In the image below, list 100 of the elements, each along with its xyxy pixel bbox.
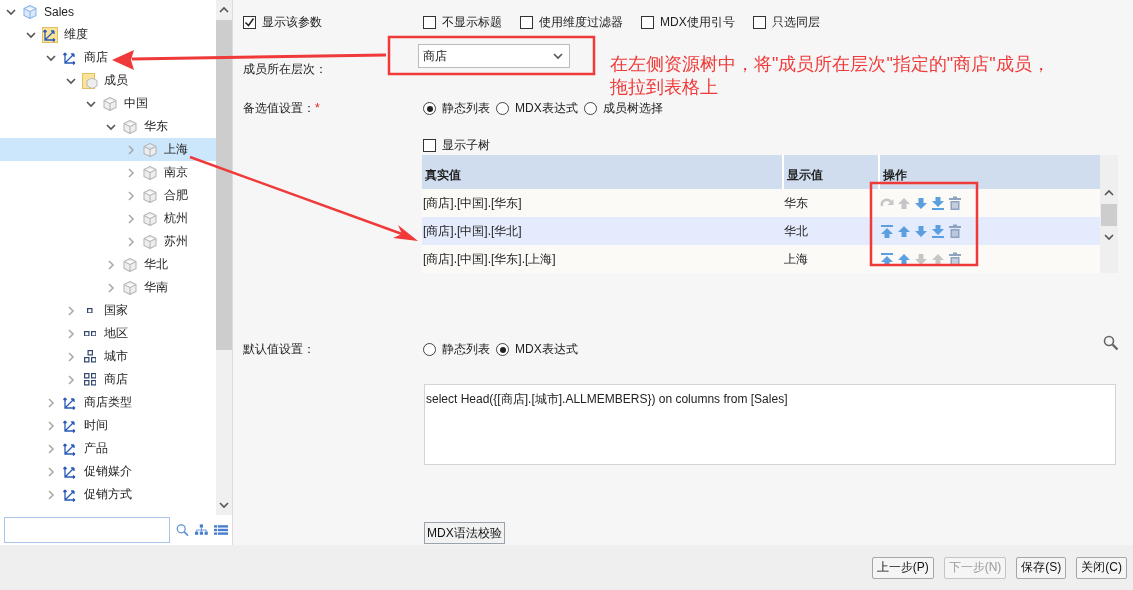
scrollbar-thumb[interactable] xyxy=(216,20,232,350)
chevron-icon[interactable] xyxy=(26,29,36,40)
checkbox-label[interactable]: 不显示标题 xyxy=(442,13,502,31)
radio-button[interactable] xyxy=(496,343,509,356)
scroll-down-icon[interactable] xyxy=(219,500,229,510)
move-bottom-icon[interactable] xyxy=(931,195,945,211)
tree-item[interactable]: 成员 xyxy=(0,69,216,92)
table-row[interactable]: [商店].[中国].[华东] 华东 xyxy=(422,189,1100,217)
column-header[interactable]: 操作 xyxy=(879,155,1100,189)
checkbox[interactable] xyxy=(243,15,256,29)
move-top-icon[interactable] xyxy=(880,251,894,267)
down-arrow-icon[interactable] xyxy=(914,195,928,211)
scrollbar[interactable] xyxy=(1100,155,1118,273)
chevron-icon[interactable] xyxy=(6,6,16,17)
checkbox[interactable] xyxy=(423,15,436,29)
folder-icon xyxy=(42,26,58,43)
level-dropdown[interactable]: 商店 xyxy=(418,44,570,68)
scrollbar-thumb[interactable] xyxy=(1101,204,1117,226)
down-arrow-icon[interactable] xyxy=(914,223,928,239)
scroll-up-icon[interactable] xyxy=(1104,188,1114,198)
column-header[interactable]: 真实值 xyxy=(422,155,783,189)
checkbox[interactable] xyxy=(752,15,766,29)
scrollbar[interactable] xyxy=(216,0,232,515)
tree-item[interactable]: 产品 xyxy=(0,437,216,460)
tree-item[interactable]: 合肥 xyxy=(0,184,216,207)
tree-item[interactable]: 杭州 xyxy=(0,207,216,230)
tree-item[interactable]: 时间 xyxy=(0,414,216,437)
table-cell: 上海 xyxy=(783,245,879,273)
tree-item[interactable]: 促销方式 xyxy=(0,483,216,506)
tree-item[interactable]: Sales xyxy=(0,0,216,23)
tree-item[interactable]: 中国 xyxy=(0,92,216,115)
scroll-up-icon[interactable] xyxy=(219,5,229,15)
radio-button[interactable] xyxy=(496,102,509,115)
table-row[interactable]: [商店].[中国].[华北] 华北 xyxy=(422,217,1100,245)
cube-icon xyxy=(142,164,158,181)
tree-item[interactable]: 华南 xyxy=(0,276,216,299)
tree-item[interactable]: 商店 xyxy=(0,368,216,391)
table-row[interactable]: [商店].[中国].[华东].[上海] 上海 xyxy=(422,245,1100,273)
scroll-down-icon[interactable] xyxy=(1104,232,1114,242)
column-header[interactable]: 显示值 xyxy=(783,155,879,189)
checkbox[interactable] xyxy=(641,15,654,29)
footer-button[interactable]: 保存(S) xyxy=(1016,556,1067,579)
tree-item[interactable]: 苏州 xyxy=(0,230,216,253)
radio-label[interactable]: 成员树选择 xyxy=(602,100,663,117)
chevron-icon[interactable] xyxy=(46,52,56,63)
move-bottom-icon[interactable] xyxy=(931,223,945,239)
search-field[interactable] xyxy=(4,517,170,543)
table-cell: [商店].[中国].[华东].[上海] xyxy=(422,245,783,273)
up-arrow-icon[interactable] xyxy=(897,251,911,267)
up-arrow-icon[interactable] xyxy=(897,223,911,239)
chevron-icon[interactable] xyxy=(66,75,76,86)
radio-label[interactable]: MDX表达式 xyxy=(515,341,578,358)
required-mark: * xyxy=(315,101,320,115)
tree-item[interactable]: 商店类型 xyxy=(0,391,216,414)
tree-item[interactable]: 维度 xyxy=(0,23,216,46)
chevron-icon[interactable] xyxy=(106,121,116,132)
radio-button[interactable] xyxy=(423,102,436,115)
checkbox-label[interactable]: MDX使用引号 xyxy=(660,13,735,31)
checkbox-label[interactable]: 显示子树 xyxy=(442,137,490,154)
annotation-text: 在左侧资源树中，将"成员所在层次"指定的"商店"成员， 拖拉到表格上 xyxy=(610,53,1050,99)
radio-label[interactable]: 静态列表 xyxy=(442,341,490,358)
radio-label[interactable]: 静态列表 xyxy=(442,100,490,117)
list-view-icon[interactable] xyxy=(213,524,228,536)
tree-item[interactable]: 商店 xyxy=(0,46,216,69)
trash-icon[interactable] xyxy=(948,251,962,267)
checkbox-label[interactable]: 使用维度过滤器 xyxy=(539,13,623,31)
footer-button[interactable]: 关闭(C) xyxy=(1076,556,1127,579)
cube-icon xyxy=(122,279,138,296)
tree-item[interactable]: 上海 xyxy=(0,138,216,161)
checkbox-label[interactable]: 只选同层 xyxy=(771,13,820,31)
level-icon xyxy=(83,350,97,363)
trash-icon[interactable] xyxy=(948,223,962,239)
tree-item[interactable]: 华北 xyxy=(0,253,216,276)
move-top-icon[interactable] xyxy=(880,223,894,239)
footer-button[interactable]: 上一步(P) xyxy=(871,556,934,579)
tree-item[interactable]: 华东 xyxy=(0,115,216,138)
radio-button[interactable] xyxy=(583,102,597,115)
tree-item[interactable]: 城市 xyxy=(0,345,216,368)
tree-item[interactable]: 促销媒介 xyxy=(0,460,216,483)
radio-label[interactable]: MDX表达式 xyxy=(515,100,578,117)
field-label: 默认值设置： xyxy=(243,341,316,358)
cube-icon xyxy=(142,187,158,204)
checkbox[interactable] xyxy=(423,139,436,152)
checkbox-label[interactable]: 显示该参数 xyxy=(262,13,322,31)
search-icon[interactable] xyxy=(1103,335,1119,351)
chevron-icon[interactable] xyxy=(86,98,96,109)
checkbox[interactable] xyxy=(520,15,533,29)
expression-field[interactable]: select Head({[商店].[城市].ALLMEMBERS}) on columns from [Sales] xyxy=(424,384,1116,465)
field-label: 备选值设置： xyxy=(243,101,315,115)
dropdown-caret-icon[interactable] xyxy=(553,51,563,61)
tree-view-icon[interactable] xyxy=(194,523,208,537)
validate-button[interactable]: MDX语法校验 xyxy=(424,522,505,544)
radio-button[interactable] xyxy=(423,343,436,356)
level-icon xyxy=(87,307,93,314)
tree-item[interactable]: 国家 xyxy=(0,299,216,322)
cube-icon xyxy=(122,118,138,135)
tree-item[interactable]: 南京 xyxy=(0,161,216,184)
search-icon[interactable] xyxy=(176,522,189,538)
trash-icon[interactable] xyxy=(948,195,962,211)
tree-item[interactable]: 地区 xyxy=(0,322,216,345)
